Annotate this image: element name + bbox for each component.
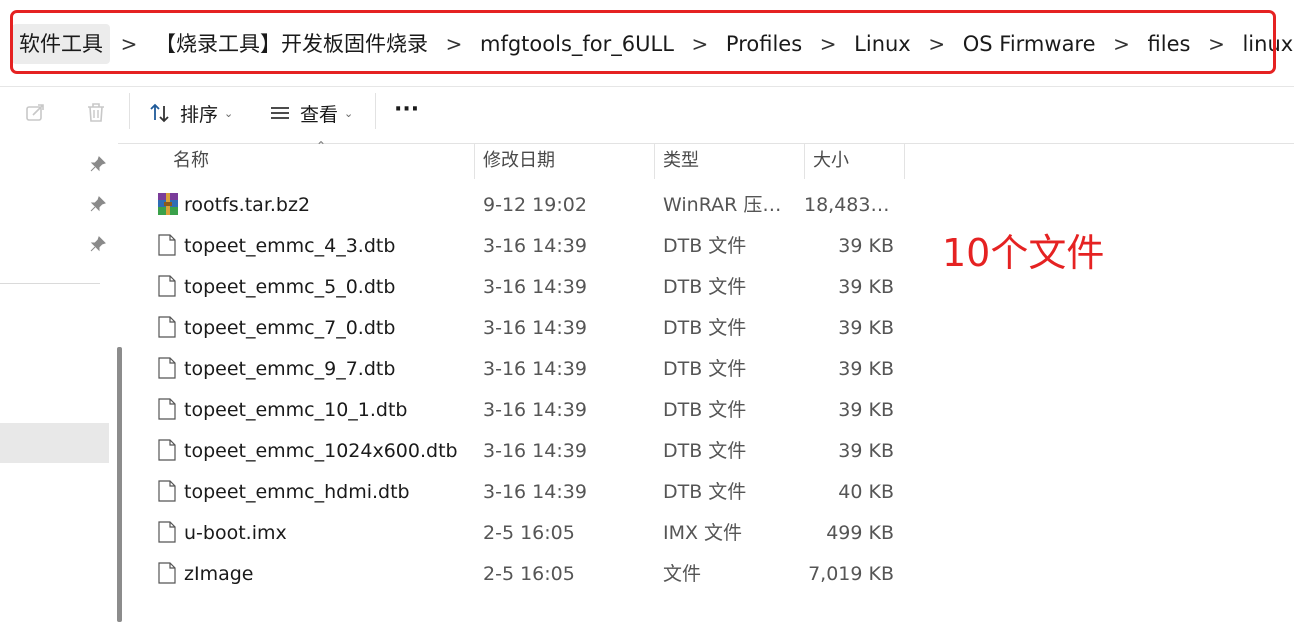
address-bar: 软件工具 > 【烧录工具】开发板固件烧录 > mfgtools_for_6ULL… [0,0,1294,86]
nav-scrollbar[interactable] [117,347,122,622]
file-row[interactable]: topeet_emmc_9_7.dtb 3-16 14:39 DTB 文件 39… [130,349,910,390]
file-type: IMX 文件 [663,522,743,544]
sort-button[interactable]: 排序 ⌄ [148,95,233,131]
trash-icon[interactable] [82,99,110,127]
file-type: DTB 文件 [663,358,747,380]
file-icon [158,234,176,256]
file-icon [158,275,176,297]
file-row[interactable]: topeet_emmc_4_3.dtb 3-16 14:39 DTB 文件 39… [130,226,910,267]
file-row[interactable]: topeet_emmc_5_0.dtb 3-16 14:39 DTB 文件 39… [130,267,910,308]
sort-ascending-icon: ⌃ [316,139,327,153]
file-icon [158,521,176,543]
file-name: topeet_emmc_9_7.dtb [184,358,396,380]
file-icon [158,398,176,420]
file-type: WinRAR 压缩文件 [663,194,797,216]
file-row[interactable]: zImage 2-5 16:05 文件 7,019 KB [130,554,910,595]
view-label: 查看 [300,103,339,126]
chevron-down-icon: ⌄ [344,106,354,120]
file-date: 3-16 14:39 [483,440,587,462]
file-name: topeet_emmc_hdmi.dtb [184,481,410,503]
sort-icon [150,103,169,123]
file-name: topeet_emmc_10_1.dtb [184,399,408,421]
file-size: 39 KB [838,235,894,257]
file-date: 3-16 14:39 [483,235,587,257]
column-divider[interactable] [654,143,655,179]
column-header-date[interactable]: 修改日期 [483,143,555,179]
pin-icon[interactable] [90,156,106,172]
file-name: topeet_emmc_1024x600.dtb [184,440,458,462]
file-size: 39 KB [838,317,894,339]
file-count-annotation: 10个文件 [942,231,1105,275]
file-type: DTB 文件 [663,317,747,339]
share-icon[interactable] [22,99,50,127]
file-date: 3-16 14:39 [483,399,587,421]
file-type: DTB 文件 [663,276,747,298]
file-icon [158,439,176,461]
nav-item-selected[interactable] [0,423,109,463]
file-size: 499 KB [826,522,894,544]
file-row[interactable]: topeet_emmc_hdmi.dtb 3-16 14:39 DTB 文件 4… [130,472,910,513]
file-row[interactable]: topeet_emmc_1024x600.dtb 3-16 14:39 DTB … [130,431,910,472]
file-date: 3-16 14:39 [483,317,587,339]
file-type: DTB 文件 [663,399,747,421]
column-divider[interactable] [804,143,805,179]
file-date: 2-5 16:05 [483,522,575,544]
file-name: rootfs.tar.bz2 [184,194,311,216]
command-bar: 排序 ⌄ 查看 ⌄ ··· [0,86,1294,144]
file-size: 40 KB [838,481,894,503]
file-size: 39 KB [838,399,894,421]
list-view-icon [271,107,289,119]
file-row[interactable]: u-boot.imx 2-5 16:05 IMX 文件 499 KB [130,513,910,554]
file-name: topeet_emmc_4_3.dtb [184,235,396,257]
file-icon [158,357,176,379]
toolbar-divider [129,93,130,129]
file-size: 18,483 KB [804,194,894,216]
winrar-icon [158,193,178,215]
view-button[interactable]: 查看 ⌄ [268,95,353,131]
file-size: 39 KB [838,276,894,298]
file-type: DTB 文件 [663,235,747,257]
column-header-name[interactable]: 名称 [173,143,209,179]
file-name: topeet_emmc_5_0.dtb [184,276,396,298]
more-options-button[interactable]: ··· [394,91,419,127]
pin-icon[interactable] [90,236,106,252]
column-header-size[interactable]: 大小 [813,143,849,179]
file-size: 39 KB [838,358,894,380]
navigation-pane [0,143,122,622]
file-icon [158,316,176,338]
column-headers: ⌃ 名称 修改日期 类型 大小 [130,139,910,179]
column-divider[interactable] [474,143,475,179]
file-date: 3-16 14:39 [483,358,587,380]
nav-divider [0,283,100,284]
chevron-down-icon: ⌄ [224,106,234,120]
file-row[interactable]: topeet_emmc_7_0.dtb 3-16 14:39 DTB 文件 39… [130,308,910,349]
file-name: u-boot.imx [184,522,287,544]
file-name: zImage [184,563,254,585]
file-row[interactable]: topeet_emmc_10_1.dtb 3-16 14:39 DTB 文件 3… [130,390,910,431]
file-type: DTB 文件 [663,440,747,462]
highlight-box [10,10,1276,74]
pin-icon[interactable] [90,196,106,212]
file-icon [158,562,176,584]
column-divider[interactable] [904,143,905,179]
column-header-type[interactable]: 类型 [663,143,699,179]
file-name: topeet_emmc_7_0.dtb [184,317,396,339]
file-date: 3-16 14:39 [483,481,587,503]
file-date: 2-5 16:05 [483,563,575,585]
file-row[interactable]: rootfs.tar.bz2 9-12 19:02 WinRAR 压缩文件 18… [130,185,910,226]
toolbar-divider [375,93,376,129]
file-type: 文件 [663,563,702,585]
file-date: 9-12 19:02 [483,194,587,216]
file-size: 7,019 KB [808,563,894,585]
file-type: DTB 文件 [663,481,747,503]
file-size: 39 KB [838,440,894,462]
file-date: 3-16 14:39 [483,276,587,298]
file-icon [158,480,176,502]
sort-label: 排序 [180,103,219,126]
